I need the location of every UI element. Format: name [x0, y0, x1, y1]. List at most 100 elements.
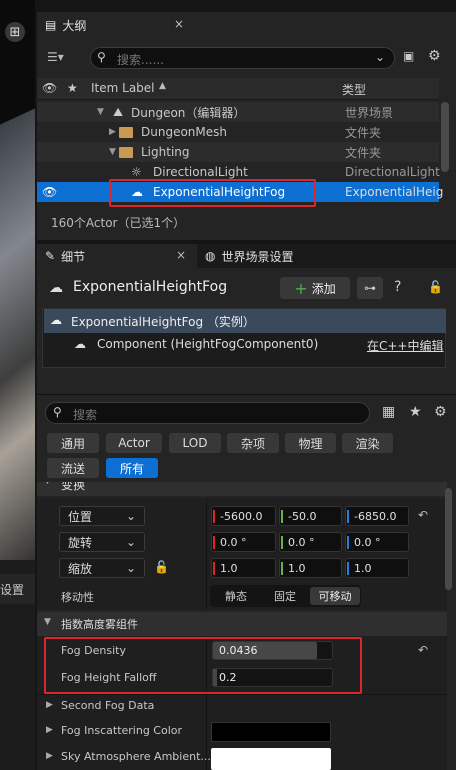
scale-z-field[interactable]: 1.0: [345, 558, 409, 578]
viewport-settings-label: 设置: [0, 582, 25, 597]
details-search-input[interactable]: ⚲ 搜索: [45, 402, 370, 424]
outliner-row[interactable]: ▼ Lighting 文件夹: [37, 142, 439, 162]
row-type: 世界场景: [345, 105, 394, 120]
fog-section-title: 指数高度雾组件: [61, 618, 138, 631]
item-label-header[interactable]: Item Label: [91, 81, 155, 95]
reset-icon[interactable]: ↶: [418, 643, 428, 657]
x-axis-marker: [213, 510, 215, 523]
filter-label: 渲染: [355, 436, 380, 451]
y-axis-marker: [281, 510, 283, 523]
folder-open-icon: [119, 146, 133, 158]
grid-view-icon[interactable]: ▦: [382, 404, 395, 420]
sky-atmosphere-row[interactable]: ▶ Sky Atmosphere Ambient...: [37, 746, 447, 770]
chevron-down-icon: ⌄: [126, 561, 137, 575]
add-component-button[interactable]: + 添加: [280, 277, 350, 299]
location-y-field[interactable]: -50.0: [279, 506, 342, 526]
filter-label: 所有: [119, 461, 144, 476]
location-dropdown[interactable]: 位置 ⌄: [59, 506, 145, 526]
rotation-dropdown[interactable]: 旋转 ⌄: [59, 532, 145, 552]
location-z-field[interactable]: -6850.0: [345, 506, 409, 526]
inscattering-color-swatch[interactable]: [211, 722, 331, 742]
close-icon[interactable]: ×: [174, 17, 184, 31]
mobility-stationary[interactable]: 固定: [261, 587, 309, 605]
type-header[interactable]: 类型: [342, 81, 366, 98]
mobility-static[interactable]: 静态: [212, 587, 260, 605]
chevron-down-icon[interactable]: ⌄: [375, 50, 385, 64]
mobility-movable[interactable]: 可移动: [310, 587, 360, 605]
scale-x-field[interactable]: 1.0: [211, 558, 276, 578]
gear-icon[interactable]: ⚙: [434, 404, 447, 420]
scale-x-value: 1.0: [220, 561, 238, 575]
row-type: 文件夹: [345, 145, 382, 160]
reset-icon[interactable]: ↶: [418, 508, 428, 522]
filter-streaming[interactable]: 流送: [47, 458, 99, 478]
filter-rendering[interactable]: 渲染: [342, 433, 393, 453]
z-axis-marker: [347, 536, 349, 549]
outliner-scrollbar[interactable]: [441, 102, 449, 172]
filter-actor[interactable]: Actor: [106, 433, 162, 453]
visibility-icon[interactable]: 👁: [42, 81, 57, 95]
y-axis-marker: [281, 562, 283, 575]
outliner-row[interactable]: ▶ DungeonMesh 文件夹: [37, 122, 439, 142]
outliner-icon: ▤: [45, 18, 57, 32]
sky-atmosphere-color-swatch[interactable]: [211, 748, 331, 770]
chevron-down-icon[interactable]: ▼: [97, 107, 104, 117]
filter-physics[interactable]: 物理: [285, 433, 336, 453]
viewport[interactable]: ⊞: [0, 0, 35, 770]
pin-icon[interactable]: ★: [67, 81, 78, 95]
scale-dropdown[interactable]: 缩放 ⌄: [59, 558, 145, 578]
location-x-field[interactable]: -5600.0: [211, 506, 276, 526]
filter-general[interactable]: 通用: [47, 433, 99, 453]
visibility-icon[interactable]: 👁: [42, 185, 57, 199]
scale-y-field[interactable]: 1.0: [279, 558, 342, 578]
rotation-x-field[interactable]: 0.0 °: [211, 532, 276, 552]
lock-icon[interactable]: 🔓: [154, 560, 169, 574]
gear-icon[interactable]: ⚙: [428, 48, 441, 64]
instance-label: ExponentialHeightFog （实例）: [71, 315, 255, 329]
outliner-search-input[interactable]: ⚲ 搜索...... ⌄: [90, 47, 395, 69]
chevron-down-icon: ⌄: [126, 535, 137, 549]
help-icon[interactable]: ?: [394, 279, 401, 295]
location-z-value: -6850.0: [354, 509, 397, 523]
filter-misc[interactable]: 杂项: [227, 433, 279, 453]
add-folder-icon[interactable]: ▣: [403, 49, 414, 63]
scale-z-value: 1.0: [354, 561, 372, 575]
filter-lod[interactable]: LOD: [169, 433, 221, 453]
star-icon[interactable]: ★: [409, 404, 422, 420]
instance-row[interactable]: ☁ ExponentialHeightFog （实例）: [44, 309, 446, 333]
rotation-z-field[interactable]: 0.0 °: [345, 532, 409, 552]
transform-section-header[interactable]: ▼ 变换: [37, 482, 447, 496]
z-axis-marker: [347, 510, 349, 523]
edit-in-cpp-link[interactable]: 在C++中编辑: [367, 337, 444, 354]
row-type: ExponentialHeig: [345, 185, 444, 199]
outliner-row[interactable]: ▼ ⛰ Dungeon（编辑器） 世界场景: [37, 102, 439, 122]
rotation-y-field[interactable]: 0.0 °: [279, 532, 342, 552]
x-axis-marker: [213, 536, 215, 549]
fog-icon: ☁: [50, 313, 62, 327]
blueprint-icon[interactable]: ⊶: [357, 277, 383, 299]
chevron-right-icon: ▶: [46, 700, 53, 710]
chevron-down-icon[interactable]: ▼: [109, 147, 116, 157]
inscattering-row[interactable]: ▶ Fog Inscattering Color: [37, 720, 447, 744]
world-settings-tab[interactable]: ◍ 世界场景设置: [197, 244, 456, 268]
viewport-settings-tab[interactable]: 设置: [0, 574, 35, 604]
close-icon[interactable]: ×: [176, 248, 186, 262]
component-row[interactable]: ☁ Component (HeightFogComponent0) 在C++中编…: [44, 334, 446, 356]
transform-section-title: 变换: [61, 482, 86, 492]
filter-all[interactable]: 所有: [106, 458, 158, 478]
outliner-tab[interactable]: ▤ 大纲 ×: [37, 12, 192, 38]
details-scrollbar[interactable]: [445, 488, 452, 590]
details-tab[interactable]: ✎ 细节 ×: [37, 244, 195, 268]
outliner-tab-title: 大纲: [62, 18, 87, 33]
filter-icon[interactable]: ☰▾: [47, 50, 64, 64]
fog-section-header[interactable]: ▼ 指数高度雾组件: [37, 612, 447, 636]
viewport-grid-icon[interactable]: ⊞: [5, 22, 25, 42]
search-placeholder: 搜索......: [117, 53, 164, 67]
chevron-right-icon[interactable]: ▶: [109, 127, 116, 137]
second-fog-row[interactable]: ▶ Second Fog Data: [37, 695, 447, 719]
lock-icon[interactable]: 🔓: [428, 280, 443, 294]
column-divider: [206, 498, 207, 610]
world-settings-title: 世界场景设置: [221, 249, 294, 264]
pencil-icon: ✎: [45, 249, 56, 263]
chevron-down-icon: ▼: [44, 617, 51, 627]
